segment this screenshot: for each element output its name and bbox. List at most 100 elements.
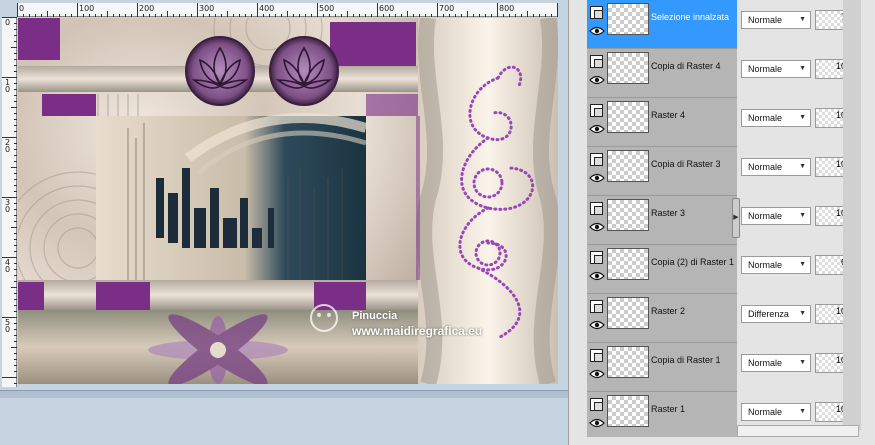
layer-toggles — [589, 100, 605, 144]
layer-properties: Normale ▼ 100 — [737, 196, 855, 245]
blend-mode-select[interactable]: Normale ▼ — [741, 109, 811, 127]
dropdown-arrow-icon: ▼ — [799, 16, 806, 23]
layer-thumbnail[interactable] — [607, 346, 649, 378]
layer-thumbnail[interactable] — [607, 395, 649, 427]
lotus-medallion-right — [269, 36, 339, 106]
eye-icon[interactable] — [589, 75, 605, 85]
layer-thumbnail[interactable] — [607, 297, 649, 329]
layer-group-icon[interactable] — [590, 55, 603, 68]
eye-icon[interactable] — [589, 320, 605, 330]
layer-thumbnail[interactable] — [607, 52, 649, 84]
layer-properties: Differenza ▼ 100 — [737, 294, 855, 343]
blend-mode-select[interactable]: Normale ▼ — [741, 60, 811, 78]
eye-icon[interactable] — [589, 222, 605, 232]
layer-group-icon[interactable] — [590, 398, 603, 411]
dropdown-arrow-icon: ▼ — [799, 65, 806, 72]
layer-properties: Normale ▼ 100 — [737, 98, 855, 147]
layer-toggles — [589, 149, 605, 193]
layer-name: Copia di Raster 1 — [651, 355, 721, 365]
layer-row[interactable]: Copia di Raster 3 Normale ▼ 100 — [587, 147, 855, 196]
eye-icon[interactable] — [589, 271, 605, 281]
layer-row-header[interactable]: Raster 4 — [587, 98, 737, 147]
dropdown-arrow-icon: ▼ — [799, 261, 806, 268]
layer-name: Copia di Raster 4 — [651, 61, 721, 71]
layer-row-header[interactable]: Selezione innalzata — [587, 0, 737, 49]
blend-mode-select[interactable]: Normale ▼ — [741, 403, 811, 421]
layer-thumbnail[interactable] — [607, 199, 649, 231]
layer-row[interactable]: Copia di Raster 4 Normale ▼ 100 — [587, 49, 855, 98]
layer-name: Raster 3 — [651, 208, 686, 218]
ruler-ticks-h — [17, 3, 558, 17]
layer-toggles — [589, 2, 605, 46]
layer-row[interactable]: Copia di Raster 1 Normale ▼ 100 — [587, 343, 855, 392]
layers-scrollbar[interactable] — [843, 0, 861, 430]
dropdown-arrow-icon: ▼ — [799, 408, 806, 415]
eye-icon[interactable] — [589, 173, 605, 183]
layer-properties: Normale ▼ 100 — [737, 49, 855, 98]
blend-mode-value: Normale — [748, 211, 783, 221]
layers-toolbar — [569, 437, 875, 445]
layer-thumbnail[interactable] — [607, 248, 649, 280]
layer-row[interactable]: Raster 4 Normale ▼ 100 — [587, 98, 855, 147]
layer-group-icon[interactable] — [590, 251, 603, 264]
eye-icon[interactable] — [589, 26, 605, 36]
layer-row[interactable]: Selezione innalzata Normale ▼ 75 — [587, 0, 855, 49]
layer-name: Raster 2 — [651, 306, 686, 316]
watermark-title: Pinuccia — [352, 310, 398, 322]
layer-group-icon[interactable] — [590, 300, 603, 313]
layer-name: Raster 4 — [651, 110, 686, 120]
ruler-ticks-v — [2, 17, 17, 384]
layer-toggles — [589, 198, 605, 242]
blend-mode-value: Normale — [748, 15, 783, 25]
layer-group-icon[interactable] — [590, 349, 603, 362]
ruler-vertical: 0 1 0 2 0 3 0 4 0 5 0 — [2, 17, 17, 387]
panel-collapse-arrow[interactable]: ▶ — [732, 198, 740, 238]
canvas-scrollbar[interactable] — [0, 390, 568, 398]
blend-mode-select[interactable]: Normale ▼ — [741, 354, 811, 372]
layer-name: Selezione innalzata — [651, 12, 730, 22]
layer-row-header[interactable]: Copia (2) di Raster 1 — [587, 245, 737, 294]
layer-name: Copia (2) di Raster 1 — [651, 257, 735, 267]
dropdown-arrow-icon: ▼ — [799, 212, 806, 219]
layer-row-header[interactable]: Raster 2 — [587, 294, 737, 343]
layer-row-header[interactable]: Copia di Raster 1 — [587, 343, 737, 392]
layer-row[interactable]: Raster 2 Differenza ▼ 100 — [587, 294, 855, 343]
blend-mode-select[interactable]: Differenza ▼ — [741, 305, 811, 323]
layer-row[interactable]: Raster 3 Normale ▼ 100 — [587, 196, 855, 245]
artwork-canvas[interactable]: Pinuccia www.maidiregrafica.eu — [18, 18, 558, 384]
eye-icon[interactable] — [589, 124, 605, 134]
canvas-pane: 0 100 200 300 400 500 600 700 800 0 1 0 … — [0, 0, 568, 445]
dropdown-arrow-icon: ▼ — [799, 114, 806, 121]
layer-properties: Normale ▼ 75 — [737, 0, 855, 49]
dropdown-arrow-icon: ▼ — [799, 359, 806, 366]
eye-icon[interactable] — [589, 369, 605, 379]
blend-mode-select[interactable]: Normale ▼ — [741, 158, 811, 176]
layer-row-header[interactable]: Raster 3 — [587, 196, 737, 245]
layer-group-icon[interactable] — [590, 104, 603, 117]
layers-horizontal-scrollbar[interactable] — [737, 425, 859, 437]
layer-thumbnail[interactable] — [607, 101, 649, 133]
layer-thumbnail[interactable] — [607, 3, 649, 35]
layer-group-icon[interactable] — [590, 6, 603, 19]
layer-row-header[interactable]: Copia di Raster 4 — [587, 49, 737, 98]
layer-row[interactable]: Copia (2) di Raster 1 Normale ▼ 60 — [587, 245, 855, 294]
blend-mode-value: Differenza — [748, 309, 789, 319]
layer-row-header[interactable]: Raster 1 — [587, 392, 737, 441]
blend-mode-select[interactable]: Normale ▼ — [741, 11, 811, 29]
blend-mode-value: Normale — [748, 162, 783, 172]
layer-row-header[interactable]: Copia di Raster 3 — [587, 147, 737, 196]
layers-palette: Selezione innalzata Normale ▼ 75 — [568, 0, 875, 445]
layer-toggles — [589, 247, 605, 291]
layer-thumbnail[interactable] — [607, 150, 649, 182]
eye-icon[interactable] — [589, 418, 605, 428]
blend-mode-value: Normale — [748, 407, 783, 417]
blend-mode-value: Normale — [748, 113, 783, 123]
layer-group-icon[interactable] — [590, 153, 603, 166]
layer-toggles — [589, 394, 605, 438]
blend-mode-select[interactable]: Normale ▼ — [741, 207, 811, 225]
lotus-medallion-left — [185, 36, 255, 106]
layer-group-icon[interactable] — [590, 202, 603, 215]
blend-mode-select[interactable]: Normale ▼ — [741, 256, 811, 274]
dropdown-arrow-icon: ▼ — [799, 163, 806, 170]
blend-mode-value: Normale — [748, 358, 783, 368]
